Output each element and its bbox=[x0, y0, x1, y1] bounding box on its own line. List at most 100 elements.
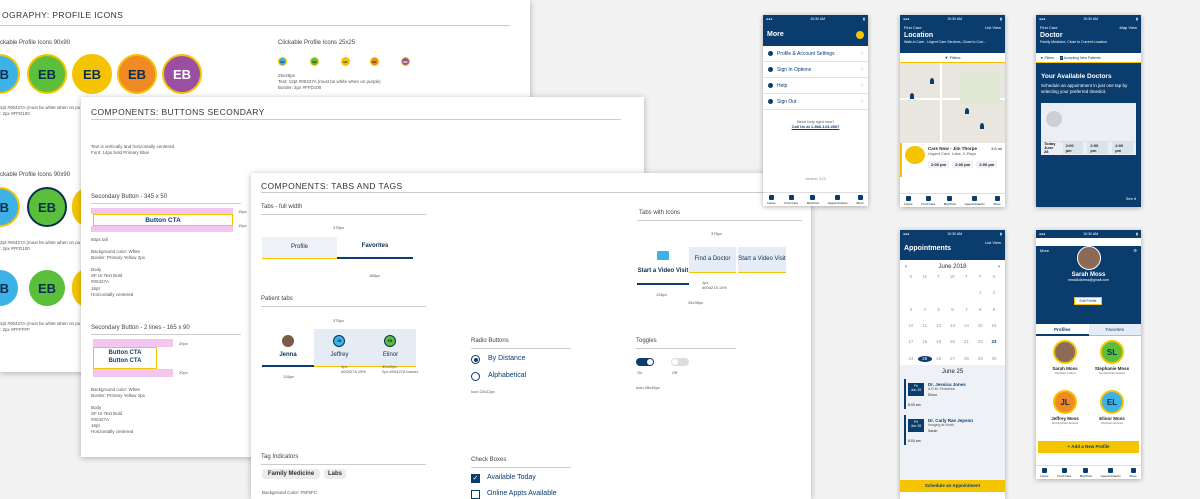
tab-appointments[interactable]: Appointments bbox=[965, 195, 985, 206]
calendar-day[interactable]: 28 bbox=[959, 356, 973, 362]
tab-mychart[interactable]: MyChart bbox=[807, 194, 819, 205]
time-slot[interactable]: 2:00 pm bbox=[928, 161, 950, 168]
patient-tab-elinor[interactable]: EB Elinor bbox=[365, 329, 416, 367]
tab-find-care[interactable]: Find Care bbox=[921, 195, 935, 206]
profile-icon-green-3[interactable]: EB bbox=[27, 268, 67, 308]
profile-icon-orange[interactable]: EB bbox=[117, 54, 157, 94]
menu-item-help[interactable]: Help › bbox=[763, 78, 868, 94]
tab-appointments[interactable]: Appointments bbox=[1101, 467, 1121, 478]
call-link[interactable]: Call Us at 1-866-123-4567 bbox=[763, 124, 868, 129]
profile-icon-purple[interactable]: EB bbox=[162, 54, 202, 94]
calendar-day[interactable]: 2 bbox=[987, 290, 1001, 296]
see-it-link[interactable]: See it bbox=[1126, 196, 1136, 201]
time-slot[interactable]: 2:00 pm bbox=[1112, 142, 1133, 155]
tab-home[interactable]: Home bbox=[904, 195, 913, 206]
calendar-day[interactable] bbox=[932, 290, 946, 296]
small-icon-green[interactable]: EB bbox=[310, 57, 319, 66]
add-profile-button[interactable]: + Add a New Profile bbox=[1038, 441, 1139, 453]
calendar-day[interactable]: 4 bbox=[918, 307, 932, 313]
small-icon-orange[interactable]: EB bbox=[370, 57, 379, 66]
calendar-day[interactable]: 6 bbox=[946, 307, 960, 313]
radio-unselected-icon[interactable] bbox=[471, 372, 480, 381]
tab-profile[interactable]: Profile bbox=[262, 237, 337, 259]
tab-home[interactable]: Home bbox=[1040, 467, 1049, 478]
filters-bar[interactable]: ▼ Filters bbox=[900, 53, 1005, 63]
menu-item-profile[interactable]: Profile & Account Settings › bbox=[763, 46, 868, 62]
calendar-day[interactable]: 22 bbox=[973, 339, 987, 345]
calendar-day[interactable]: 17 bbox=[904, 339, 918, 345]
calendar-day[interactable]: 13 bbox=[946, 323, 960, 329]
profile-icon-green-2[interactable]: EB bbox=[27, 187, 67, 227]
calendar-day[interactable]: 8 bbox=[973, 307, 987, 313]
appointment-card[interactable]: Fri Jun 25 Dr. Carly Rae Jepson Imaging … bbox=[904, 415, 1001, 445]
tab-favorites[interactable]: Favorites bbox=[337, 237, 413, 259]
profile-icon-blue-2[interactable]: EB bbox=[0, 187, 20, 227]
calendar-day[interactable]: 15 bbox=[973, 323, 987, 329]
gear-icon[interactable]: ⚙ bbox=[1133, 248, 1137, 253]
time-slot[interactable]: 2:00 pm bbox=[976, 161, 998, 168]
filters-bar[interactable]: ▼ Filters ✓ Accepting New Patients bbox=[1036, 53, 1141, 63]
calendar-day[interactable]: 12 bbox=[932, 323, 946, 329]
calendar-day[interactable]: 5 bbox=[932, 307, 946, 313]
time-slot[interactable]: 2:00 pm bbox=[952, 161, 974, 168]
checkbox-label[interactable]: Available Today bbox=[487, 474, 536, 481]
tab-more[interactable]: More bbox=[1129, 467, 1137, 478]
calendar-day[interactable]: 16 bbox=[987, 323, 1001, 329]
calendar-day[interactable]: 11 bbox=[918, 323, 932, 329]
calendar-day[interactable]: 20 bbox=[946, 339, 960, 345]
tab-favorites[interactable]: Favorites bbox=[1088, 324, 1141, 336]
map[interactable] bbox=[900, 63, 1005, 143]
profile-icon-blue[interactable]: EB bbox=[0, 54, 20, 94]
toggle-on[interactable] bbox=[636, 358, 654, 366]
calendar-day[interactable]: 1 bbox=[973, 290, 987, 296]
back-button[interactable]: More bbox=[1040, 248, 1049, 253]
profile-icon-green[interactable]: EB bbox=[27, 54, 67, 94]
checkbox-unchecked-icon[interactable] bbox=[471, 490, 480, 499]
time-slot[interactable]: 2:00 pm bbox=[1087, 142, 1109, 155]
tab-mychart[interactable]: MyChart bbox=[1080, 467, 1092, 478]
menu-item-signin[interactable]: Sign In Options › bbox=[763, 62, 868, 78]
chevron-left-icon[interactable]: ‹ bbox=[905, 264, 907, 270]
profile-icon-yellow[interactable]: EB bbox=[72, 54, 112, 94]
schedule-appointment-button[interactable]: Schedule an Appointment bbox=[900, 480, 1005, 492]
tab-find-care[interactable]: Find Care bbox=[784, 194, 798, 205]
calendar-day[interactable]: 7 bbox=[959, 307, 973, 313]
chevron-right-icon[interactable]: › bbox=[998, 264, 1000, 270]
location-card[interactable]: Care Now - Jim Thorpe Urgent Care, Labs,… bbox=[900, 143, 1005, 177]
calendar-day[interactable]: 25 bbox=[917, 355, 932, 362]
tab-more[interactable]: More bbox=[856, 194, 864, 205]
patient-tab-jeffrey[interactable]: JB Jeffrey bbox=[314, 329, 365, 367]
calendar-day[interactable]: 18 bbox=[918, 339, 932, 345]
calendar-day[interactable]: 14 bbox=[959, 323, 973, 329]
accepting-checkbox[interactable]: ✓ Accepting New Patients bbox=[1059, 55, 1101, 60]
checkbox-label[interactable]: Online Appts Available bbox=[487, 490, 557, 497]
calendar-day[interactable]: 30 bbox=[987, 356, 1001, 362]
tab-appointments[interactable]: Appointments bbox=[828, 194, 848, 205]
map-view-button[interactable]: Map View bbox=[1120, 25, 1138, 30]
calendar-day[interactable]: 23 bbox=[987, 339, 1001, 345]
radio-label[interactable]: By Distance bbox=[488, 355, 525, 362]
calendar-day[interactable] bbox=[959, 290, 973, 296]
list-view-button[interactable]: List View bbox=[985, 25, 1001, 30]
tab-mychart[interactable]: MyChart bbox=[944, 195, 956, 206]
profile-card[interactable]: JL Jeffrey Moss No MyChart Access bbox=[1045, 390, 1085, 425]
profile-icon-blue-3[interactable]: EB bbox=[0, 268, 20, 308]
tab-start-video-visit[interactable]: Start a Video Visit bbox=[637, 247, 689, 285]
small-icon-purple[interactable]: EB bbox=[401, 57, 410, 66]
profile-card[interactable]: Sarah Moss MyChart Linked bbox=[1045, 340, 1085, 375]
back-button[interactable]: Find Care bbox=[904, 25, 922, 30]
doctor-card[interactable]: Today June 28 2:00 pm 2:00 pm 2:00 pm bbox=[1041, 102, 1136, 155]
calendar-day[interactable]: 29 bbox=[973, 356, 987, 362]
radio-selected-icon[interactable] bbox=[471, 355, 480, 364]
profile-card[interactable]: EL Elinor Moss MyChart Access bbox=[1092, 390, 1132, 425]
menu-item-signout[interactable]: Sign Out › bbox=[763, 94, 868, 110]
calendar-day[interactable] bbox=[946, 290, 960, 296]
toggle-off[interactable] bbox=[671, 358, 689, 366]
map-pin-icon[interactable] bbox=[980, 123, 984, 129]
two-line-button-cta[interactable]: Button CTA Button CTA bbox=[93, 347, 157, 369]
map-pin-icon[interactable] bbox=[965, 108, 969, 114]
time-slot[interactable]: 2:00 pm bbox=[1062, 142, 1084, 155]
calendar-day[interactable]: 24 bbox=[904, 356, 918, 362]
calendar-day[interactable]: 26 bbox=[932, 356, 946, 362]
small-icon-blue[interactable]: EB bbox=[278, 57, 287, 66]
